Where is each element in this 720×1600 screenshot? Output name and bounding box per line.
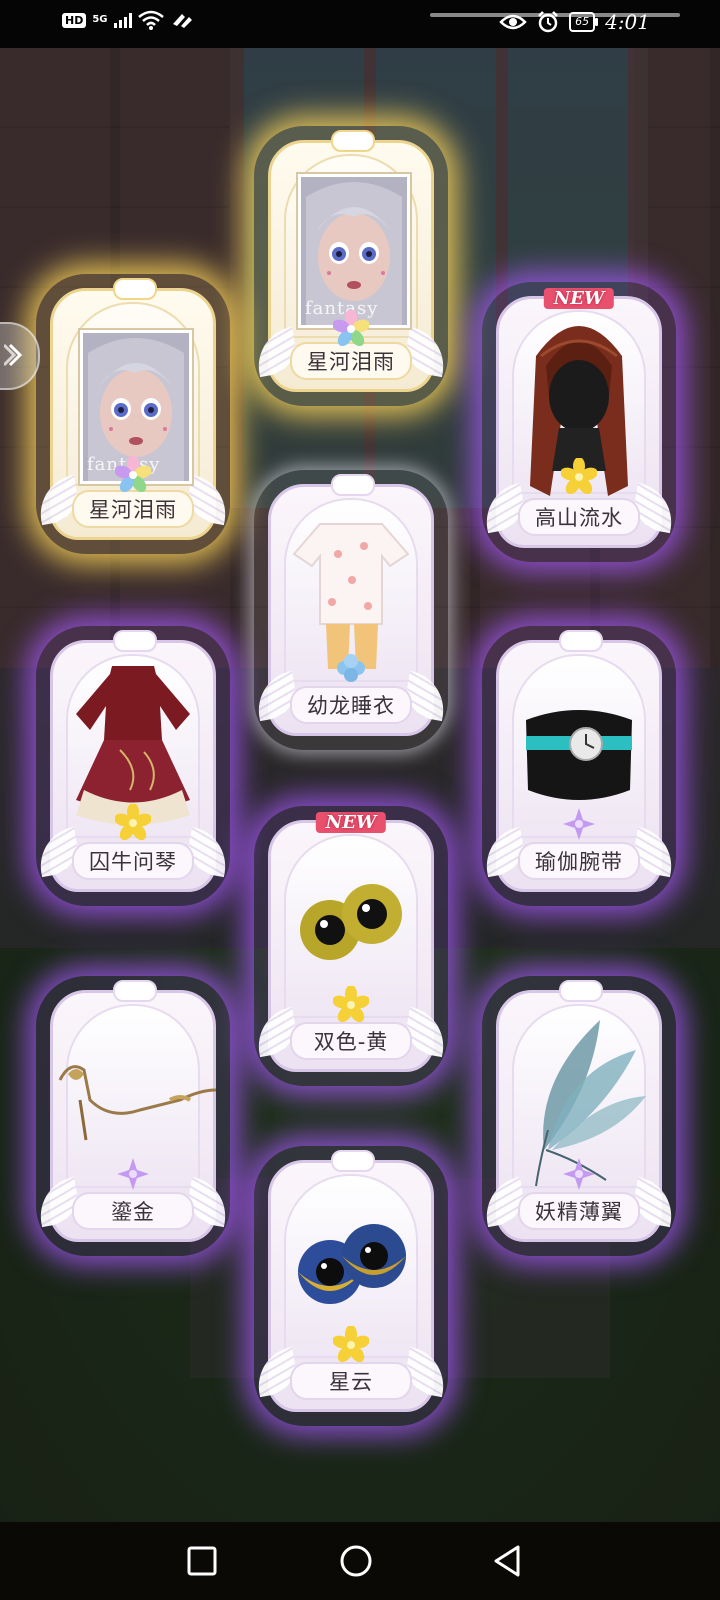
reward-card[interactable]: NEW 高山流水 bbox=[480, 282, 678, 562]
card-name: 星河泪雨 bbox=[72, 490, 194, 528]
multicolor-flower-icon bbox=[115, 456, 151, 492]
data-saver-icon bbox=[172, 14, 192, 28]
multicolor-flower-icon bbox=[333, 310, 369, 346]
eye-icon bbox=[499, 14, 527, 30]
reward-card[interactable]: 囚牛问琴 bbox=[34, 626, 232, 906]
reward-card[interactable]: fantasy 星河泪雨 bbox=[34, 274, 232, 554]
card-name: 星河泪雨 bbox=[290, 342, 412, 380]
clock: 4:01 bbox=[605, 10, 650, 34]
purple-flower-icon bbox=[117, 1158, 149, 1190]
card-bow bbox=[331, 130, 375, 152]
recent-apps-button[interactable] bbox=[184, 1543, 220, 1579]
new-badge: NEW bbox=[543, 288, 615, 309]
card-name: 高山流水 bbox=[518, 498, 640, 536]
card-name: 双色-黄 bbox=[290, 1022, 412, 1060]
new-badge: NEW bbox=[315, 812, 387, 833]
alarm-icon bbox=[538, 11, 558, 33]
card-name: 鎏金 bbox=[72, 1192, 194, 1230]
reward-card[interactable]: 幼龙睡衣 bbox=[252, 470, 450, 750]
wifi-icon bbox=[137, 10, 164, 30]
home-button[interactable] bbox=[338, 1543, 374, 1579]
system-nav-bar bbox=[0, 1522, 720, 1600]
reward-card[interactable]: 妖精薄翼 bbox=[480, 976, 678, 1256]
reward-card[interactable]: 瑜伽腕带 bbox=[480, 626, 678, 906]
reward-card[interactable]: 星云 bbox=[252, 1146, 450, 1426]
card-name: 妖精薄翼 bbox=[518, 1192, 640, 1230]
card-bow bbox=[113, 278, 157, 300]
yellow-flower-icon bbox=[333, 986, 369, 1022]
signal-icon bbox=[113, 12, 132, 28]
network-type: 5G bbox=[92, 14, 108, 25]
double-chevron-left-icon bbox=[4, 343, 23, 367]
purple-flower-icon bbox=[563, 1158, 595, 1190]
portrait-image: fantasy bbox=[298, 174, 410, 328]
reward-card[interactable]: fantasy 星河泪雨 bbox=[252, 126, 450, 406]
back-button[interactable] bbox=[490, 1543, 526, 1579]
card-name: 星云 bbox=[290, 1362, 412, 1400]
reward-card[interactable]: NEW 双色-黄 bbox=[252, 806, 450, 1086]
blue-flower-icon bbox=[337, 654, 365, 682]
status-right: 65 4:01 bbox=[499, 10, 650, 34]
card-name: 幼龙睡衣 bbox=[290, 686, 412, 724]
battery-icon: 65 bbox=[569, 12, 599, 32]
card-name: 瑜伽腕带 bbox=[518, 842, 640, 880]
yellow-flower-icon bbox=[561, 458, 597, 494]
yellow-flower-icon bbox=[115, 804, 151, 840]
status-bar: HD 5G 65 4:01 bbox=[0, 0, 720, 48]
reward-card[interactable]: 鎏金 bbox=[34, 976, 232, 1256]
status-left: HD 5G bbox=[62, 10, 194, 30]
yellow-flower-icon bbox=[333, 1326, 369, 1362]
hd-badge: HD bbox=[62, 12, 87, 28]
purple-flower-icon bbox=[563, 808, 595, 840]
card-name: 囚牛问琴 bbox=[72, 842, 194, 880]
